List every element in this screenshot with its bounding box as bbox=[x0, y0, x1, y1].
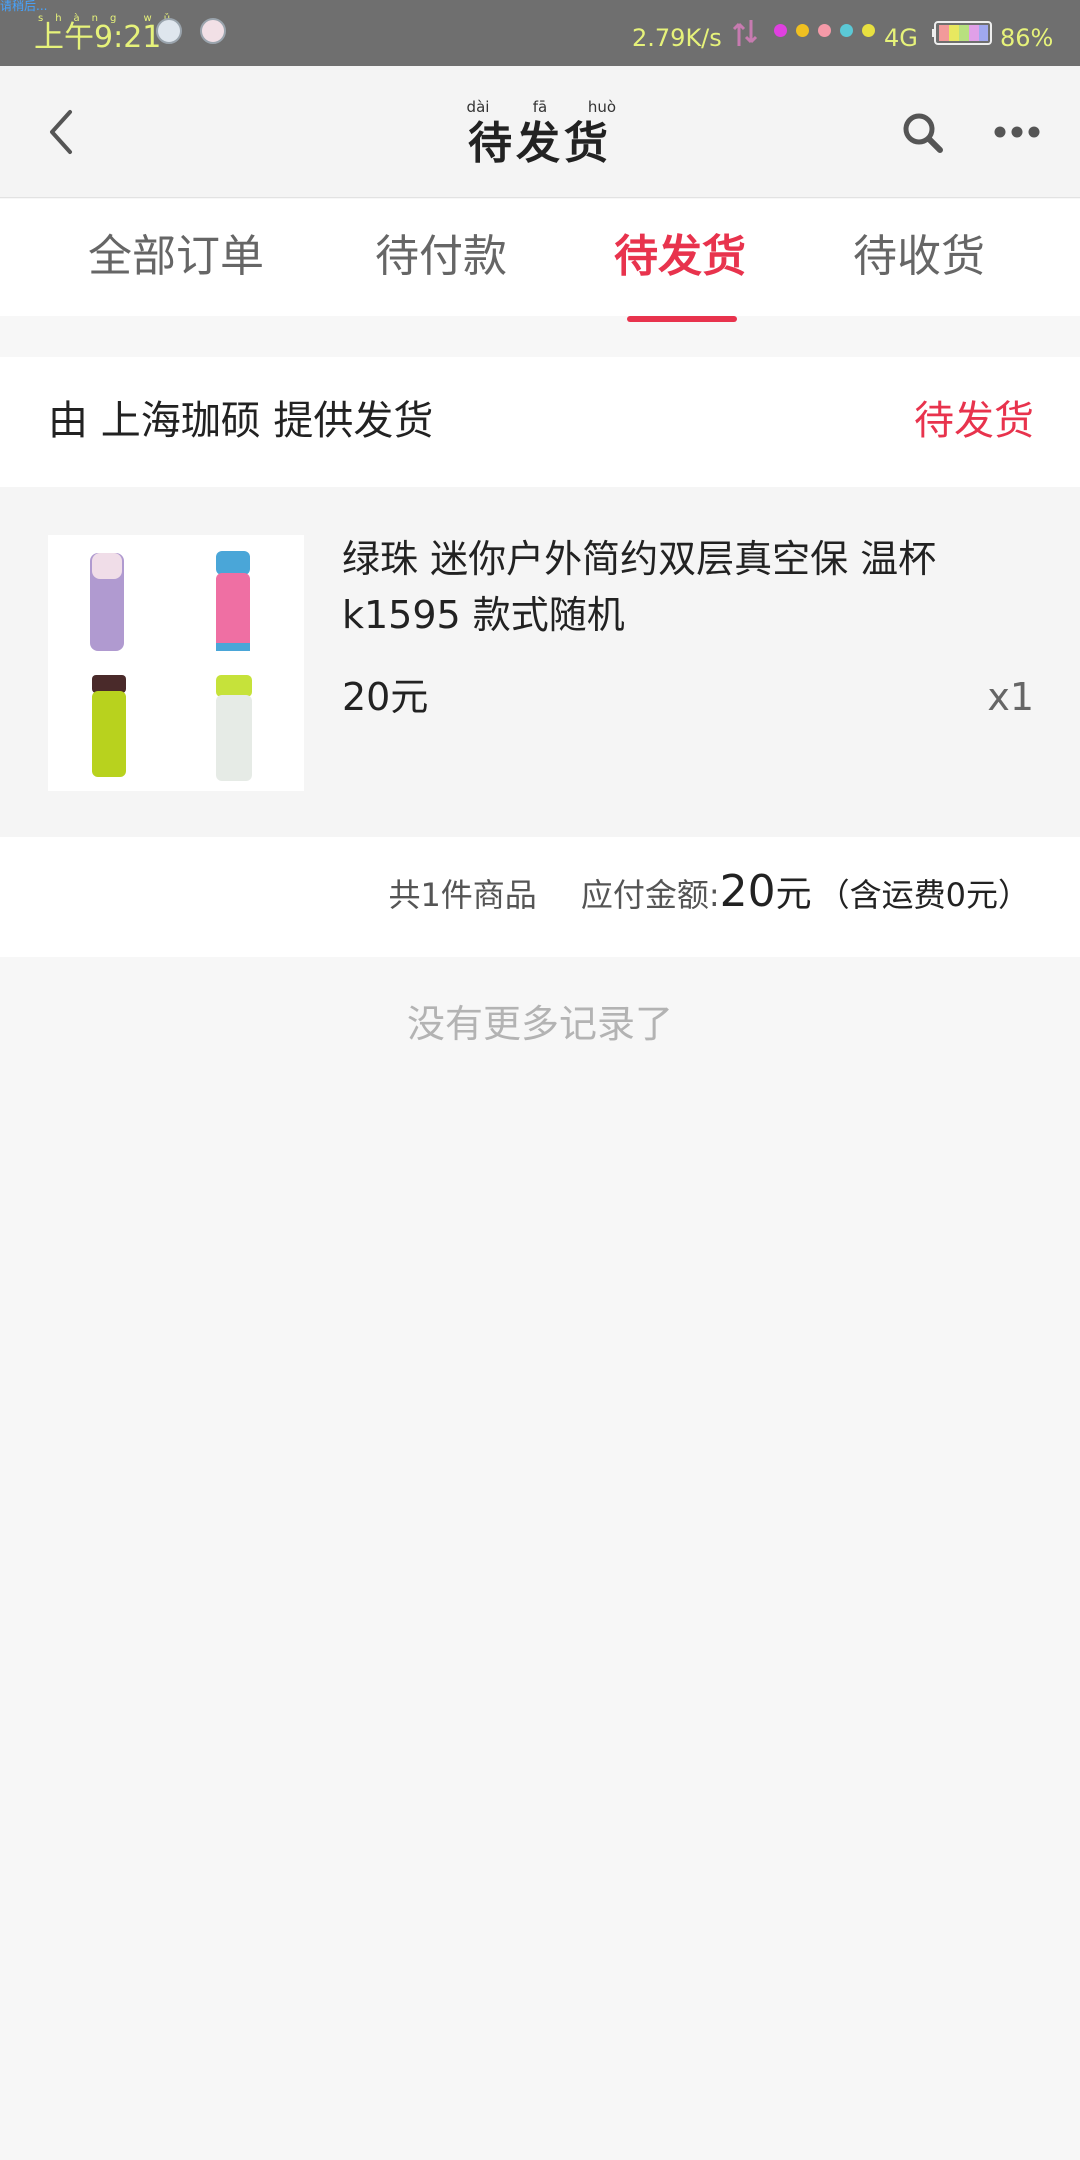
title-pinyin-syllable: dài bbox=[466, 98, 490, 116]
status-dots bbox=[774, 24, 875, 37]
order-summary-row: 共1件商品 应付金额: 20 元 （含运费0元） bbox=[0, 837, 1080, 957]
shop-label: 由 上海珈硕 提供发货 bbox=[48, 398, 434, 444]
status-tiny-text: 请稍后... bbox=[0, 0, 48, 13]
amount-label: 应付金额: bbox=[580, 876, 720, 914]
tab-pending-payment[interactable]: 待付款 bbox=[375, 229, 507, 285]
amount-unit: 元 bbox=[775, 874, 812, 915]
title-pinyin-syllable: huò bbox=[587, 98, 617, 116]
product-title: 绿珠 迷你户外简约双层真空保 温杯 k1595 款式随机 bbox=[342, 537, 937, 637]
product-price: 20元 bbox=[342, 675, 429, 719]
shipping-fee: （含运费0元） bbox=[817, 876, 1030, 914]
item-count: 共1件商品 bbox=[388, 876, 537, 914]
tab-pending-shipment[interactable]: 待发货 bbox=[614, 229, 746, 285]
tab-pending-receipt[interactable]: 待收货 bbox=[853, 229, 985, 285]
status-dot-icon bbox=[818, 24, 831, 37]
battery-percent: 86% bbox=[1000, 24, 1054, 52]
status-dot-icon bbox=[840, 24, 853, 37]
order-summary: 共1件商品 应付金额: 20 元 （含运费0元） bbox=[388, 865, 1030, 917]
status-dot-icon bbox=[774, 24, 787, 37]
status-dot-icon bbox=[862, 24, 875, 37]
network-type: 4G bbox=[884, 24, 918, 52]
title-pinyin-syllable: fā bbox=[532, 98, 548, 116]
order-product-row[interactable]: 绿珠 迷你户外简约双层真空保 温杯 k1595 款式随机 20元 x1 bbox=[0, 487, 1080, 837]
network-speed: 2.79K/s bbox=[632, 24, 722, 52]
battery-icon bbox=[932, 21, 992, 45]
status-time: 上午9:21 bbox=[34, 20, 162, 55]
app-header: dài fā huò 待发货 bbox=[0, 66, 1080, 198]
active-tab-indicator bbox=[627, 316, 737, 322]
product-image bbox=[48, 535, 304, 791]
order-status: 待发货 bbox=[914, 398, 1034, 444]
tab-all-orders[interactable]: 全部订单 bbox=[88, 229, 264, 285]
more-icon[interactable] bbox=[992, 120, 1042, 144]
notification-avatar-icon bbox=[156, 18, 182, 44]
order-shop-row[interactable]: 由 上海珈硕 提供发货 待发货 bbox=[0, 357, 1080, 487]
no-more-records: 没有更多记录了 bbox=[406, 1002, 673, 1046]
product-quantity: x1 bbox=[987, 675, 1034, 719]
search-icon[interactable] bbox=[898, 108, 948, 158]
notification-avatar-icon bbox=[200, 18, 226, 44]
data-transfer-icon bbox=[732, 20, 758, 46]
status-dot-icon bbox=[796, 24, 809, 37]
amount-value: 20 bbox=[719, 866, 776, 917]
order-tabs: 全部订单 待付款 待发货 待收货 bbox=[0, 199, 1080, 316]
status-bar: 请稍后... shàng wǔ 上午9:21 2.79K/s 4G 86% bbox=[0, 0, 1080, 66]
